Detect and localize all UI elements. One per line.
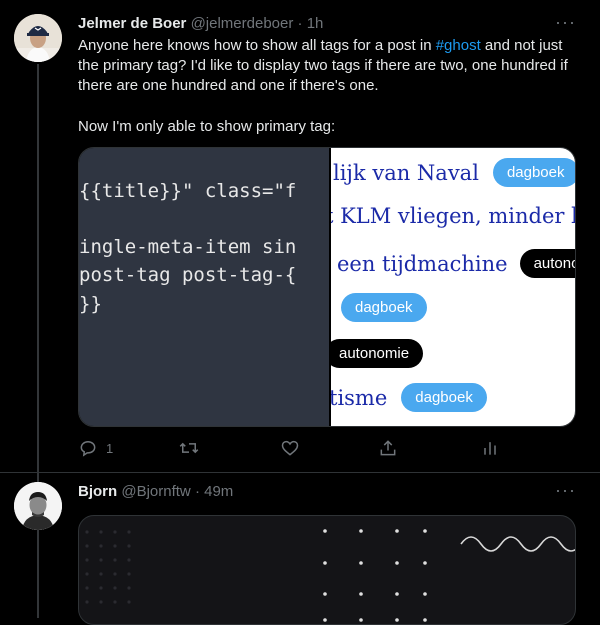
tweet[interactable]: Jelmer de Boer @jelmerdeboer · 1h ··· An… [0,0,600,472]
reply-button[interactable]: 1 [78,438,113,458]
tweet-actions: 1 [78,438,508,464]
more-label: ··· [555,480,576,500]
tag-pill: autonomie [331,339,424,368]
preview-row: dagboek [341,293,427,322]
like-icon [280,438,300,458]
author-name[interactable]: Bjorn [78,483,117,500]
post-title: t KLM vliegen, minder beta [331,204,575,228]
author-handle[interactable]: @Bjornftw [121,483,190,500]
preview-row: een tijdmachine autonomie [337,249,575,278]
tweet-text-second: Now I'm only able to show primary tag: [78,118,336,135]
preview-row: t KLM vliegen, minder beta [331,204,575,228]
preview-row: tisme dagboek [331,383,487,412]
tweet-header: Jelmer de Boer @jelmerdeboer · 1h [78,14,323,34]
tweet-text-part: Anyone here knows how to show all tags f… [78,37,436,54]
reply-count: 1 [106,440,114,456]
analytics-button[interactable] [480,438,500,458]
tweet-header: Bjorn @Bjornftw · 49m [78,482,233,502]
tag-pill: autonomie [519,249,575,278]
separator-dot: · [194,483,200,500]
code-line: post-tag post-tag-{ [79,264,297,286]
post-title: lijk van Naval [333,160,479,185]
timestamp[interactable]: 1h [307,15,324,32]
like-button[interactable] [280,438,300,458]
avatar[interactable] [14,482,62,530]
tweet-media-image[interactable] [78,515,576,625]
share-icon [378,438,398,458]
analytics-icon [480,438,500,458]
author-handle[interactable]: @jelmerdeboer [191,15,294,32]
reply-icon [78,438,98,458]
hashtag-link[interactable]: #ghost [436,37,481,54]
preview-row: lijk van Naval dagboek [333,158,575,187]
more-icon[interactable]: ··· [555,480,576,501]
author-name[interactable]: Jelmer de Boer [78,15,186,32]
more-label: ··· [555,12,576,32]
code-line: }} [79,293,102,315]
tag-pill: dagboek [341,293,427,322]
code-screenshot: {{title}}" class="f ingle-meta-item sin … [79,148,329,426]
retweet-icon [178,438,200,458]
separator-dot: · [297,15,303,32]
code-line: {{title}}" class="f [79,180,297,202]
tag-list-screenshot: lijk van Naval dagboek t KLM vliegen, mi… [331,148,575,426]
code-line: ingle-meta-item sin [79,236,297,258]
decorative-pattern [85,529,575,622]
tag-pill: dagboek [401,383,487,412]
preview-row: autonomie [331,339,424,368]
avatar[interactable] [14,14,62,62]
tweet-media-image[interactable]: {{title}}" class="f ingle-meta-item sin … [78,147,576,427]
tweet-text: Anyone here knows how to show all tags f… [78,36,578,96]
retweet-button[interactable] [178,438,200,458]
post-title: een tijdmachine [337,251,508,276]
timestamp[interactable]: 49m [204,483,233,500]
post-title: tisme [331,385,388,410]
tag-pill: dagboek [492,158,575,187]
share-button[interactable] [378,438,398,458]
more-icon[interactable]: ··· [555,12,576,33]
